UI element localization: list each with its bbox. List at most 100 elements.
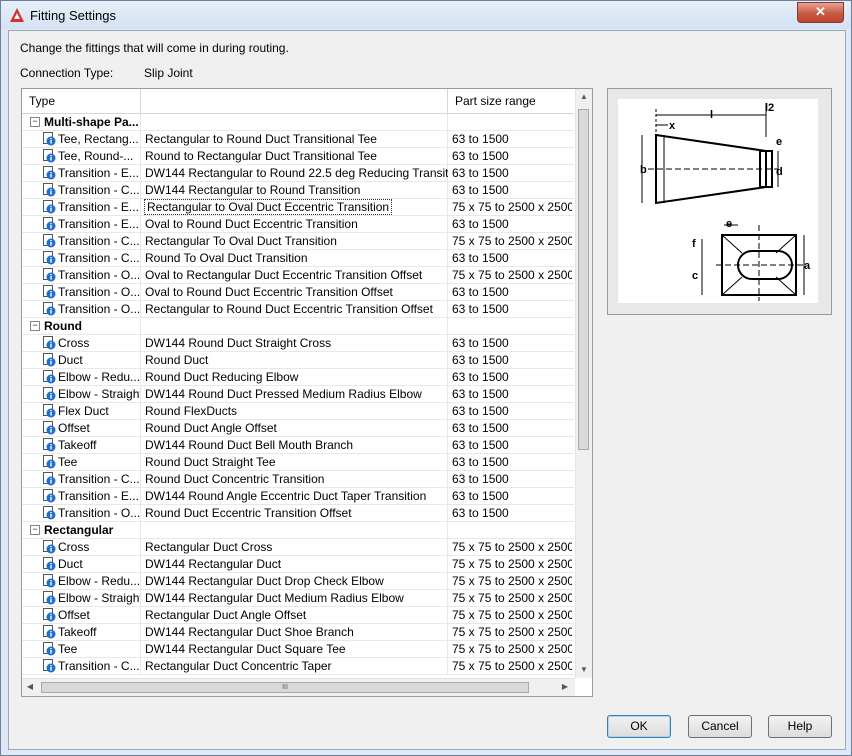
group-row[interactable]: − Rectangular — [22, 522, 574, 539]
scroll-left-icon[interactable]: ◀ — [22, 682, 38, 691]
fitting-row[interactable]: Elbow - Redu... Round Duct Reducing Elbow… — [22, 369, 574, 386]
fitting-row[interactable]: Transition - O... Round Duct Eccentric Tr… — [22, 505, 574, 522]
fitting-description[interactable]: DW144 Rectangular Duct — [145, 557, 281, 571]
fitting-row[interactable]: Duct DW144 Rectangular Duct 75 x 75 to 250… — [22, 556, 574, 573]
fitting-row[interactable]: Transition - O... Oval to Round Duct Ecce… — [22, 284, 574, 301]
group-row[interactable]: − Round — [22, 318, 574, 335]
fitting-description[interactable]: Round Duct Eccentric Transition Offset — [145, 506, 352, 520]
horizontal-scrollbar[interactable]: ◀ III ▶ — [22, 678, 575, 696]
fitting-description[interactable]: Round Duct Reducing Elbow — [145, 370, 298, 384]
fitting-info-icon[interactable] — [43, 183, 56, 197]
title-bar[interactable]: Fitting Settings ✕ — [1, 1, 851, 29]
fitting-row[interactable]: Tee Round Duct Straight Tee 63 to 1500 — [22, 454, 574, 471]
fitting-info-icon[interactable] — [43, 217, 56, 231]
fitting-info-icon[interactable] — [43, 625, 56, 639]
group-row[interactable]: − Multi-shape Pa... — [22, 114, 574, 131]
fitting-row[interactable]: Transition - O... Rectangular to Round Du… — [22, 301, 574, 318]
fitting-description[interactable]: Oval to Round Duct Eccentric Transition … — [145, 285, 393, 299]
cancel-button[interactable]: Cancel — [688, 715, 752, 738]
fitting-info-icon[interactable] — [43, 302, 56, 316]
ok-button[interactable]: OK — [607, 715, 671, 738]
fitting-description[interactable]: DW144 Rectangular to Round 22.5 deg Redu… — [145, 166, 448, 180]
fitting-info-icon[interactable] — [43, 506, 56, 520]
vertical-scroll-thumb[interactable] — [578, 109, 589, 450]
fitting-row[interactable]: Transition - C... Round To Oval Duct Tran… — [22, 250, 574, 267]
fitting-row[interactable]: Transition - E... Oval to Round Duct Ecce… — [22, 216, 574, 233]
fitting-description[interactable]: DW144 Rectangular Duct Medium Radius Elb… — [145, 591, 404, 605]
fitting-row[interactable]: Takeoff DW144 Round Duct Bell Mouth Branc… — [22, 437, 574, 454]
fitting-info-icon[interactable] — [43, 591, 56, 605]
fitting-info-icon[interactable] — [43, 132, 56, 146]
fitting-row[interactable]: Offset Rectangular Duct Angle Offset 75 x … — [22, 607, 574, 624]
fitting-description[interactable]: Oval to Round Duct Eccentric Transition — [145, 217, 358, 231]
fitting-description[interactable]: DW144 Round Duct Pressed Medium Radius E… — [145, 387, 422, 401]
fitting-info-icon[interactable] — [43, 268, 56, 282]
fitting-row[interactable]: Transition - C... DW144 Rectangular to Ro… — [22, 182, 574, 199]
fitting-description[interactable]: Rectangular Duct Concentric Taper — [145, 659, 332, 673]
fitting-info-icon[interactable] — [43, 166, 56, 180]
scroll-right-icon[interactable]: ▶ — [557, 682, 573, 691]
fitting-row[interactable]: Takeoff DW144 Rectangular Duct Shoe Branc… — [22, 624, 574, 641]
fitting-row[interactable]: Cross Rectangular Duct Cross 75 x 75 to 25… — [22, 539, 574, 556]
fitting-row[interactable]: Elbow - Straight DW144 Rectangular Duct M… — [22, 590, 574, 607]
fitting-info-icon[interactable] — [43, 251, 56, 265]
column-header-size-range[interactable]: Part size range — [448, 89, 574, 113]
fitting-description[interactable]: DW144 Round Angle Eccentric Duct Taper T… — [145, 489, 426, 503]
fitting-description[interactable]: Rectangular to Round Duct Transitional T… — [145, 132, 377, 146]
fitting-row[interactable]: Elbow - Straight DW144 Round Duct Pressed… — [22, 386, 574, 403]
fitting-info-icon[interactable] — [43, 234, 56, 248]
fitting-description[interactable]: Rectangular To Oval Duct Transition — [145, 234, 337, 248]
fitting-info-icon[interactable] — [43, 421, 56, 435]
fitting-info-icon[interactable] — [43, 557, 56, 571]
fitting-description[interactable]: DW144 Round Duct Straight Cross — [145, 336, 331, 350]
fitting-info-icon[interactable] — [43, 489, 56, 503]
collapse-icon[interactable]: − — [30, 321, 40, 331]
column-header-description[interactable] — [141, 89, 448, 113]
fitting-row[interactable]: Transition - O... Oval to Rectangular Duc… — [22, 267, 574, 284]
fitting-row[interactable]: Transition - C... Rectangular Duct Concen… — [22, 658, 574, 675]
vertical-scrollbar[interactable]: ▲ ▼ — [575, 89, 592, 678]
fitting-info-icon[interactable] — [43, 540, 56, 554]
fitting-info-icon[interactable] — [43, 472, 56, 486]
fitting-info-icon[interactable] — [43, 285, 56, 299]
fitting-row[interactable]: Transition - E... Rectangular to Oval Duc… — [22, 199, 574, 216]
close-button[interactable]: ✕ — [797, 2, 844, 23]
fitting-row[interactable]: Tee, Rectang... Rectangular to Round Duct… — [22, 131, 574, 148]
scroll-down-icon[interactable]: ▼ — [576, 665, 592, 674]
fitting-info-icon[interactable] — [43, 455, 56, 469]
fitting-info-icon[interactable] — [43, 370, 56, 384]
fitting-row[interactable]: Transition - C... Round Duct Concentric T… — [22, 471, 574, 488]
fitting-row[interactable]: Offset Round Duct Angle Offset 63 to 1500 — [22, 420, 574, 437]
fitting-description[interactable]: Rectangular Duct Cross — [145, 540, 272, 554]
fitting-info-icon[interactable] — [43, 574, 56, 588]
scroll-up-icon[interactable]: ▲ — [576, 92, 592, 101]
fitting-info-icon[interactable] — [43, 387, 56, 401]
fitting-row[interactable]: Transition - E... DW144 Round Angle Eccen… — [22, 488, 574, 505]
help-button[interactable]: Help — [768, 715, 832, 738]
fitting-description[interactable]: Round Duct Concentric Transition — [145, 472, 324, 486]
fitting-description[interactable]: Rectangular Duct Angle Offset — [145, 608, 306, 622]
fitting-info-icon[interactable] — [43, 336, 56, 350]
collapse-icon[interactable]: − — [30, 525, 40, 535]
fitting-info-icon[interactable] — [43, 659, 56, 673]
fitting-description[interactable]: DW144 Round Duct Bell Mouth Branch — [145, 438, 353, 452]
fitting-row[interactable]: Transition - C... Rectangular To Oval Duc… — [22, 233, 574, 250]
fitting-description[interactable]: Round To Oval Duct Transition — [145, 251, 308, 265]
fitting-row[interactable]: Cross DW144 Round Duct Straight Cross 63 t… — [22, 335, 574, 352]
fitting-row[interactable]: Tee DW144 Rectangular Duct Square Tee 75 x… — [22, 641, 574, 658]
fitting-description[interactable]: Rectangular to Oval Duct Eccentric Trans… — [144, 199, 393, 215]
fitting-info-icon[interactable] — [43, 149, 56, 163]
fitting-info-icon[interactable] — [43, 438, 56, 452]
fitting-row[interactable]: Tee, Round-... Round to Rectangular Duct … — [22, 148, 574, 165]
fitting-info-icon[interactable] — [43, 200, 56, 214]
fitting-description[interactable]: Oval to Rectangular Duct Eccentric Trans… — [145, 268, 422, 282]
fitting-description[interactable]: Round FlexDucts — [145, 404, 237, 418]
horizontal-scroll-thumb[interactable]: III — [41, 682, 529, 693]
column-header-type[interactable]: Type — [22, 89, 141, 113]
fitting-description[interactable]: DW144 Rectangular to Round Transition — [145, 183, 360, 197]
fitting-description[interactable]: DW144 Rectangular Duct Drop Check Elbow — [145, 574, 384, 588]
fitting-description[interactable]: DW144 Rectangular Duct Square Tee — [145, 642, 346, 656]
fitting-description[interactable]: Round to Rectangular Duct Transitional T… — [145, 149, 377, 163]
fitting-row[interactable]: Elbow - Redu... DW144 Rectangular Duct Dr… — [22, 573, 574, 590]
fitting-description[interactable]: Round Duct Angle Offset — [145, 421, 277, 435]
